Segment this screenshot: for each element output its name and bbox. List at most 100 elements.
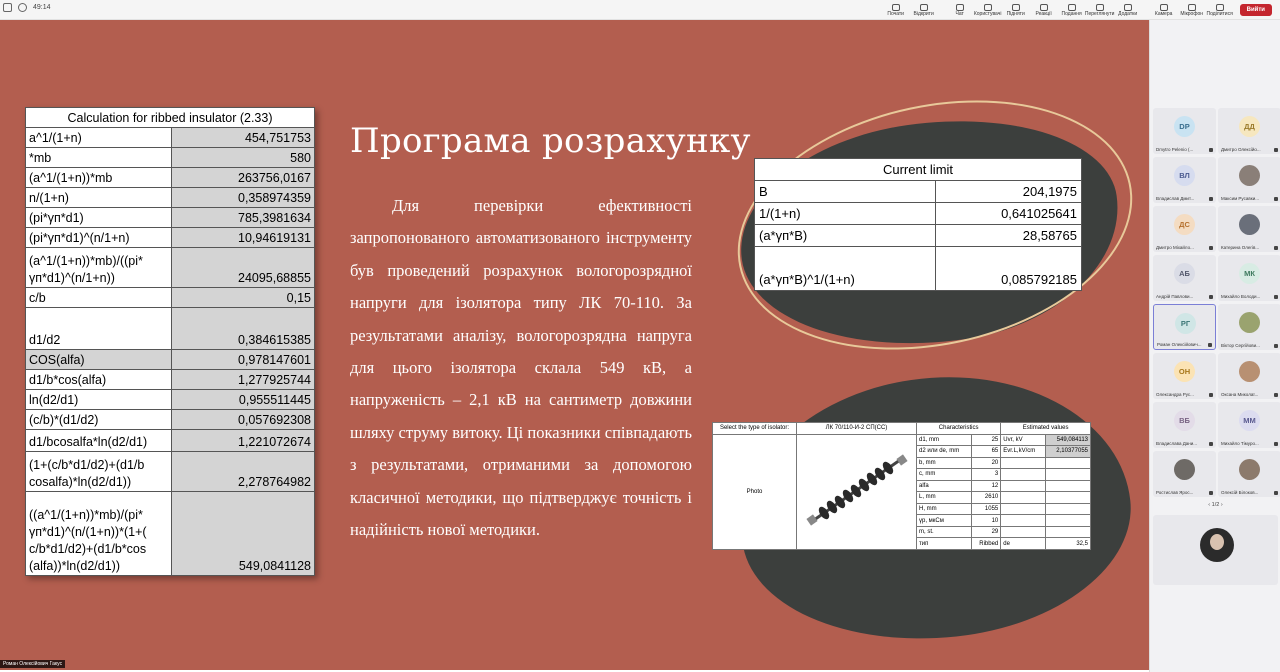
- avatar: [1239, 459, 1260, 480]
- participant-tile[interactable]: Ростислав Ярос...: [1153, 451, 1216, 497]
- mic-button[interactable]: Мікрофон: [1178, 0, 1206, 20]
- participant-name: Роман Олексійович...: [1157, 342, 1202, 347]
- participant-tile[interactable]: АБ Андрій Павлови...: [1153, 255, 1216, 301]
- mic-muted-icon: [1209, 295, 1213, 299]
- avatar: РГ: [1175, 313, 1196, 334]
- table-row: 1/(1+n) 0,641025641: [754, 202, 1083, 225]
- shared-slide: Програма розрахунку Для перевірки ефекти…: [0, 20, 1149, 670]
- avatar: АБ: [1174, 263, 1195, 284]
- presenter-name-label: Роман Олексійович Гакус: [0, 660, 66, 668]
- share-icon: [1215, 3, 1224, 11]
- participant-tile[interactable]: МК Михайло Володи...: [1218, 255, 1280, 301]
- mic-muted-icon: [1209, 393, 1213, 397]
- table-row: ((a^1/(1+n))*mb)/(pi* γп*d1)^(n/(1+n))*(…: [25, 491, 315, 576]
- participant-name: Владислава Дани...: [1156, 441, 1198, 446]
- participant-tile[interactable]: Катерина Олегів...: [1218, 206, 1280, 252]
- avatar: ММ: [1239, 410, 1260, 431]
- participant-tile[interactable]: РГ Роман Олексійович...: [1153, 304, 1216, 350]
- table-row: (c/b)*(d1/d2) 0,057692308: [25, 409, 315, 430]
- table-row: (a^1/(1+n))*mb)/((pi* γп*d1)^(n/1+n)) 240…: [25, 247, 315, 288]
- participant-name: Владислав Дмит...: [1156, 196, 1195, 201]
- mic-muted-icon: [1274, 344, 1278, 348]
- participant-tile[interactable]: Віктор Сергійови...: [1218, 304, 1280, 350]
- chat-button[interactable]: Чат: [946, 0, 974, 20]
- characteristics-header: Characteristics: [915, 422, 1002, 435]
- insulator-image: [805, 454, 908, 526]
- isolator-type-header[interactable]: ЛК 70/110-И-2 СП(СС): [796, 422, 917, 435]
- layout-icon[interactable]: [3, 3, 12, 12]
- share-button[interactable]: Поділитися: [1206, 0, 1234, 20]
- status-icon: [18, 3, 27, 12]
- participant-tile[interactable]: ММ Михайло Тімуро...: [1218, 402, 1280, 448]
- photo-label: Photo: [712, 433, 797, 551]
- slide-body-text: Для перевірки ефективності запропоновано…: [350, 196, 692, 540]
- table-row: d1/b*cos(alfa) 1,277925744: [25, 369, 315, 390]
- mic-muted-icon: [1209, 491, 1213, 495]
- table-row: (a*γп*B)^1/(1+n) 0,085792185: [754, 246, 1083, 291]
- participant-name: Олексій Білоков...: [1221, 490, 1259, 495]
- avatar: [1239, 361, 1260, 382]
- apps-button[interactable]: Додатки: [1114, 0, 1142, 20]
- avatar: ВБ: [1174, 410, 1195, 431]
- table-row: (pi*γп*d1) 785,3981634: [25, 207, 315, 228]
- participant-pager[interactable]: ‹ 1/2 ›: [1150, 502, 1280, 508]
- open-button[interactable]: Відкрити: [910, 0, 938, 20]
- avatar: ВЛ: [1174, 165, 1195, 186]
- participant-name: Дмитро Міхайло...: [1156, 245, 1194, 250]
- participant-name: Максим Русавки...: [1221, 196, 1260, 201]
- participant-tile[interactable]: ВЛ Владислав Дмит...: [1153, 157, 1216, 203]
- table-row: a^1/(1+n) 454,751753: [25, 127, 315, 148]
- slide-title: Програма розрахунку: [350, 121, 751, 161]
- calc-table-title: Calculation for ribbed insulator (2.33): [25, 107, 315, 128]
- table-row: (pi*γп*d1)^(n/1+n) 10,94619131: [25, 227, 315, 248]
- table-row: B 204,1975: [754, 180, 1083, 203]
- participant-tile[interactable]: Оксана Миколаї...: [1218, 353, 1280, 399]
- table-row: d1/d2 0,384615385: [25, 307, 315, 350]
- people-button[interactable]: Користувачі: [974, 0, 1002, 20]
- mic-muted-icon: [1209, 197, 1213, 201]
- table-row: (1+(c/b*d1/d2)+(d1/b cosalfa)*ln(d2/d1))…: [25, 451, 315, 492]
- participant-name: Олександра Рус...: [1156, 392, 1194, 397]
- leave-button[interactable]: Вийти: [1239, 4, 1272, 16]
- avatar: [1239, 312, 1260, 333]
- view-icon: [1067, 3, 1076, 11]
- avatar: ДД: [1239, 116, 1260, 137]
- table-row: c/b 0,15: [25, 287, 315, 308]
- participant-tile[interactable]: Олексій Білоков...: [1218, 451, 1280, 497]
- participant-tile[interactable]: ВБ Владислава Дани...: [1153, 402, 1216, 448]
- smile-icon: [1039, 3, 1048, 11]
- table-row: *mb 580: [25, 147, 315, 168]
- open-icon: [919, 3, 928, 11]
- participant-name: Dmytro Pelenio (...: [1156, 147, 1194, 152]
- avatar: МК: [1239, 263, 1260, 284]
- meeting-toolbar: Почати Відкрити Чат Користувачі Підняти …: [882, 0, 1280, 20]
- participants-panel: DP Dmytro Pelenio (... ДД Дмитро Олексійо..…: [1149, 20, 1280, 672]
- start-button[interactable]: Почати: [882, 0, 910, 20]
- mic-muted-icon: [1274, 295, 1278, 299]
- apps-icon: [1123, 3, 1132, 11]
- reactions-button[interactable]: Реакції: [1030, 0, 1058, 20]
- view-button[interactable]: Подання: [1058, 0, 1086, 20]
- participant-tile[interactable]: ДД Дмитро Олексійо...: [1218, 108, 1280, 154]
- table-row: d1/bcosalfa*ln(d2/d1) 1,221072674: [25, 429, 315, 452]
- isolator-table: Select the type of isolator: ЛК 70/110-И…: [712, 422, 1091, 551]
- current-limit-title: Current limit: [754, 158, 1082, 181]
- presenter-video-tile[interactable]: [1153, 515, 1278, 585]
- participant-name: Дмитро Олексійо...: [1221, 147, 1261, 152]
- camera-icon: [1159, 3, 1168, 11]
- participant-name: Катерина Олегів...: [1221, 245, 1260, 250]
- table-row: (a^1/(1+n))*mb 263756,0167: [25, 167, 315, 188]
- camera-button[interactable]: Камера: [1150, 0, 1178, 20]
- raise-hand-button[interactable]: Підняти: [1002, 0, 1030, 20]
- participant-tile[interactable]: ДС Дмитро Міхайло...: [1153, 206, 1216, 252]
- participant-tile[interactable]: Максим Русавки...: [1218, 157, 1280, 203]
- record-icon: [891, 3, 900, 11]
- participant-tile[interactable]: DP Dmytro Pelenio (...: [1153, 108, 1216, 154]
- table-row: COS(alfa) 0,978147601: [25, 349, 315, 370]
- chat-icon: [955, 3, 964, 11]
- participant-tile[interactable]: ОН Олександра Рус...: [1153, 353, 1216, 399]
- table-row: (a*γп*B) 28,58765: [754, 224, 1083, 247]
- more-button[interactable]: Переглянути: [1085, 0, 1114, 20]
- calc-table: Calculation for ribbed insulator (2.33) …: [25, 107, 315, 576]
- avatar: ДС: [1174, 214, 1195, 235]
